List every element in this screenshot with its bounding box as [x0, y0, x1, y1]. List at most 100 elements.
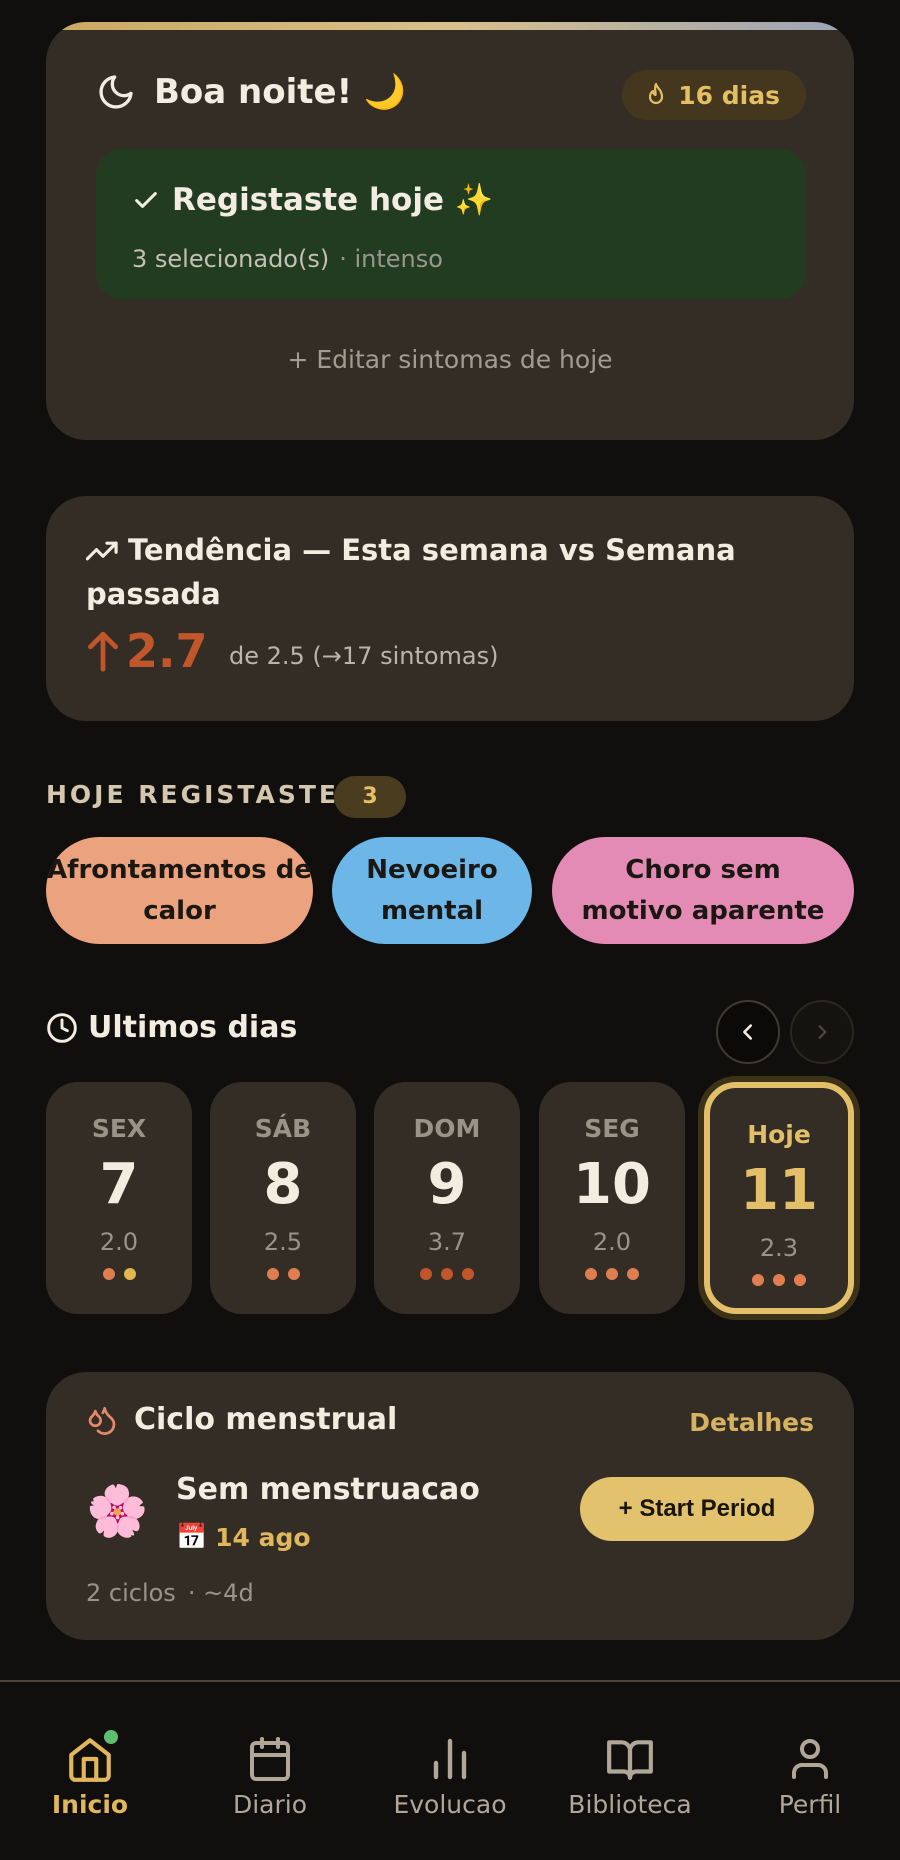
- notification-dot: [104, 1730, 118, 1744]
- day-card[interactable]: DOM 9 3.7: [374, 1082, 520, 1314]
- nav-label: Evolucao: [393, 1790, 507, 1819]
- day-number: 11: [740, 1158, 818, 1223]
- today-logged-label: HOJE REGISTASTE: [46, 780, 340, 809]
- cycle-state: Sem menstruacao: [176, 1472, 480, 1507]
- cycle-card: Ciclo menstrual Detalhes 🌸 Sem menstruac…: [46, 1372, 854, 1640]
- symptom-chip[interactable]: Nevoeiro mental: [332, 837, 532, 944]
- symptom-chip-label: Afrontamentos de calor: [47, 854, 312, 926]
- trend-title: Tendência — Esta semana vs Semana passad…: [86, 533, 736, 611]
- intensity-dot: [606, 1268, 618, 1280]
- intensity-dot: [585, 1268, 597, 1280]
- day-score: 2.0: [99, 1228, 139, 1256]
- arrow-up-icon: [88, 631, 118, 672]
- day-name: SEX: [91, 1114, 147, 1143]
- day-name: SÁB: [254, 1114, 312, 1143]
- day-intensity-dots: [46, 1268, 192, 1280]
- droplets-icon: [88, 1406, 116, 1435]
- day-card[interactable]: SEG 10 2.0: [539, 1082, 685, 1314]
- intensity-dot: [441, 1268, 453, 1280]
- day-name: SEG: [584, 1114, 640, 1143]
- intensity-dot: [627, 1268, 639, 1280]
- day-intensity-dots: [539, 1268, 685, 1280]
- day-number: 8: [263, 1152, 303, 1217]
- start-period-button[interactable]: + Start Period: [580, 1477, 814, 1541]
- check-icon: [135, 191, 157, 208]
- intensity-dot: [752, 1274, 764, 1286]
- user-icon: [792, 1739, 828, 1779]
- nav-item-diary[interactable]: Diario: [180, 1728, 360, 1819]
- day-intensity-dots: [374, 1268, 520, 1280]
- day-name: Hoje: [747, 1120, 811, 1149]
- cycle-date: 📅 14 ago: [176, 1522, 311, 1552]
- greeting-card: Boa noite! 🌙 16 dias Registaste hoje ✨ 3…: [46, 22, 854, 440]
- intensity-dot: [287, 1268, 300, 1280]
- day-score: 2.3: [759, 1234, 799, 1262]
- cycle-details-link[interactable]: Detalhes: [689, 1408, 814, 1437]
- bottom-navigation: Inicio Diario Evolucao Biblioteca Perfil: [0, 1680, 900, 1860]
- next-days-button[interactable]: [790, 1000, 854, 1064]
- trending-up-icon: [85, 541, 118, 561]
- moon-icon: [99, 75, 133, 109]
- intensity-dot: [794, 1274, 806, 1286]
- trend-comparison: de 2.5 (→17 sintomas): [229, 642, 499, 670]
- cycle-header: Ciclo menstrual: [86, 1402, 397, 1437]
- nav-item-library[interactable]: Biblioteca: [540, 1728, 720, 1819]
- flower-icon: 🌸: [86, 1482, 149, 1540]
- intensity-dot: [266, 1268, 279, 1280]
- symptom-chip-label: Nevoeiro mental: [366, 854, 498, 926]
- day-card[interactable]: SÁB 8 2.5: [210, 1082, 356, 1314]
- day-intensity-dots: [710, 1274, 848, 1286]
- intensity-dot: [420, 1268, 432, 1280]
- logged-today-summary: 3 selecionado(s) · intenso: [132, 245, 443, 273]
- cycle-count: 2 ciclos: [86, 1579, 176, 1607]
- symptom-chip[interactable]: Afrontamentos de calor: [46, 837, 313, 944]
- streak-label: 16 dias: [678, 80, 780, 110]
- cycle-title: Ciclo menstrual: [134, 1402, 398, 1437]
- greeting-title: Boa noite! 🌙: [154, 72, 407, 112]
- day-number: 7: [99, 1152, 139, 1217]
- chevron-left-icon: [743, 1024, 753, 1040]
- trend-header: Tendência — Esta semana vs Semana passad…: [85, 528, 806, 616]
- day-name: DOM: [413, 1114, 481, 1143]
- calendar-emoji-icon: 📅: [176, 1522, 208, 1551]
- intensity-dot: [462, 1268, 474, 1280]
- chevron-right-icon: [818, 1025, 827, 1039]
- nav-label: Inicio: [51, 1790, 129, 1819]
- cycle-length: · ~4d: [187, 1579, 254, 1607]
- bar-chart-icon: [433, 1738, 467, 1780]
- intensity-dot: [102, 1268, 115, 1280]
- day-score: 2.0: [592, 1228, 632, 1256]
- nav-label: Biblioteca: [568, 1790, 692, 1819]
- symptom-chip[interactable]: Choro sem motivo aparente: [552, 837, 854, 944]
- symptom-chip-label: Choro sem motivo aparente: [581, 854, 825, 926]
- nav-label: Perfil: [778, 1790, 842, 1819]
- nav-label: Diario: [232, 1790, 308, 1819]
- previous-days-button[interactable]: [716, 1000, 780, 1064]
- calendar-icon: [250, 1737, 290, 1781]
- nav-item-evolution[interactable]: Evolucao: [360, 1728, 540, 1819]
- flame-icon: [649, 82, 664, 105]
- clock-icon: [47, 1012, 77, 1043]
- logged-today-header: Registaste hoje ✨: [132, 181, 493, 218]
- day-intensity-dots: [210, 1268, 356, 1280]
- nav-item-profile[interactable]: Perfil: [720, 1728, 900, 1819]
- logged-today-panel: Registaste hoje ✨ 3 selecionado(s) · inte…: [96, 149, 806, 299]
- day-card-today[interactable]: Hoje 11 2.3: [704, 1082, 854, 1314]
- day-number: 9: [427, 1152, 467, 1217]
- recent-days-header: Ultimos dias: [46, 1010, 297, 1045]
- day-score: 3.7: [427, 1228, 467, 1256]
- recent-days-title: Ultimos dias: [88, 1010, 298, 1045]
- intensity-dot: [773, 1274, 785, 1286]
- intensity-label: · intenso: [339, 245, 443, 273]
- edit-symptoms-link[interactable]: + Editar sintomas de hoje: [46, 345, 854, 374]
- selected-count: 3 selecionado(s): [132, 245, 330, 273]
- book-open-icon: [607, 1740, 653, 1780]
- day-card[interactable]: SEX 7 2.0: [46, 1082, 192, 1314]
- nav-item-home[interactable]: Inicio: [0, 1728, 180, 1819]
- day-score: 2.5: [263, 1228, 303, 1256]
- cycle-stats: 2 ciclos · ~4d: [86, 1579, 254, 1607]
- day-number: 10: [573, 1152, 651, 1217]
- streak-badge: 16 dias: [622, 70, 806, 120]
- greeting-gradient-bar: [46, 22, 854, 30]
- cycle-date-text: 14 ago: [215, 1522, 311, 1552]
